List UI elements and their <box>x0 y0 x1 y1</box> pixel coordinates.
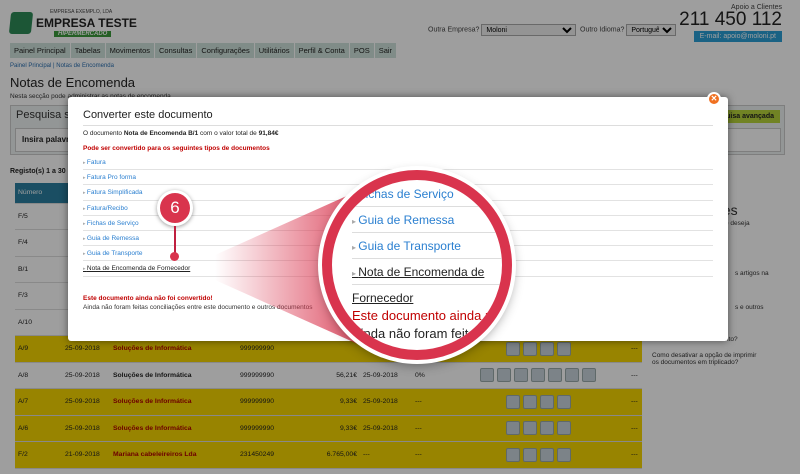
magnifier-callout: Fichas de Serviço Guia de Remessa Guia d… <box>322 170 512 360</box>
step-badge: 6 <box>157 190 193 226</box>
callout-dot <box>170 252 179 261</box>
